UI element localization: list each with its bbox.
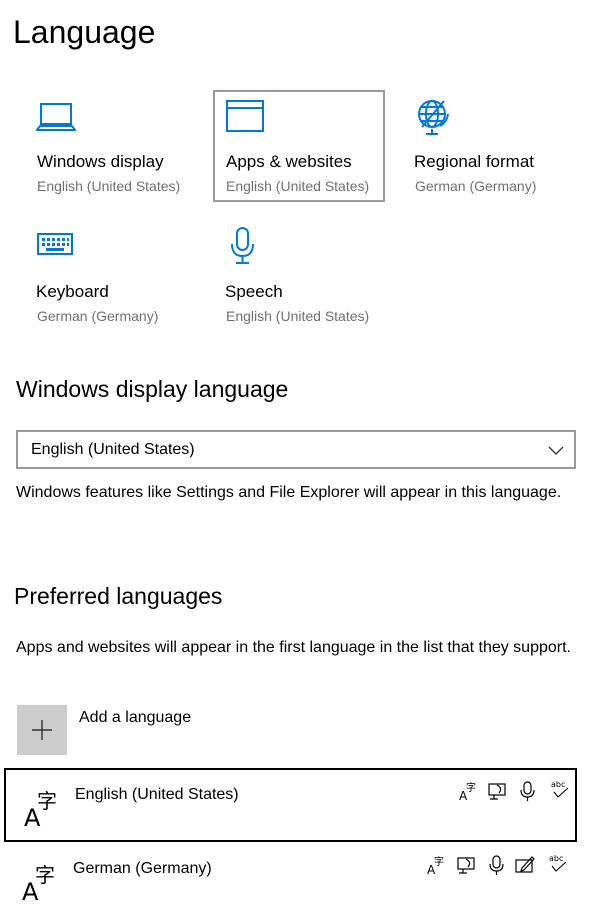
language-item-english[interactable]: A 字 English (United States) A 字 abc [4,768,577,842]
preferred-languages-heading: Preferred languages [14,583,223,609]
language-glyph-icon: A 字 [24,786,66,832]
text-to-speech-icon [487,780,507,802]
tile-title: Apps & websites [226,152,352,171]
language-glyph-icon: A 字 [22,860,64,906]
tile-subtitle: German (Germany) [37,308,159,324]
browser-window-icon [225,99,265,135]
page-title: Language [13,14,156,50]
spell-check-icon: abc [550,778,570,800]
tile-apps-websites[interactable]: Apps & websites English (United States) [213,90,385,202]
svg-text:字: 字 [37,789,57,813]
speech-recognition-icon [517,780,537,802]
tile-title: Windows display [37,152,164,171]
tile-title: Speech [225,282,283,301]
preferred-languages-description: Apps and websites will appear in the fir… [16,639,571,656]
tile-subtitle: English (United States) [226,178,370,194]
plus-icon [31,719,53,746]
text-to-speech-icon [456,854,476,876]
tile-subtitle: English (United States) [37,178,181,194]
language-pack-icon: A 字 [427,854,447,877]
language-name: German (Germany) [73,860,212,877]
handwriting-icon [514,854,535,876]
display-language-description: Windows features like Settings and File … [16,484,562,501]
svg-text:字: 字 [35,863,55,887]
svg-text:abc: abc [549,854,563,863]
display-language-dropdown[interactable]: English (United States) [16,430,576,469]
svg-text:字: 字 [434,855,444,868]
tile-title: Regional format [414,152,535,171]
chevron-down-icon [548,442,564,458]
globe-icon [414,96,454,135]
language-pack-icon: A 字 [459,780,479,803]
spell-check-icon: abc [548,852,568,874]
keyboard-icon [36,230,76,266]
tile-regional-format[interactable]: Regional format German (Germany) [402,90,574,202]
display-language-heading: Windows display language [16,376,289,402]
language-name: English (United States) [75,786,239,803]
svg-text:abc: abc [551,780,565,789]
svg-text:字: 字 [466,781,476,794]
tile-windows-display[interactable]: Windows display English (United States) [24,90,196,202]
language-item-german[interactable]: A 字 German (Germany) A 字 abc [4,846,577,920]
dropdown-selected-value: English (United States) [31,441,195,458]
laptop-icon [35,100,77,136]
tile-subtitle: English (United States) [226,308,370,324]
tile-speech[interactable]: Speech English (United States) [213,220,385,332]
tile-keyboard[interactable]: Keyboard German (Germany) [24,220,196,332]
speech-recognition-icon [486,854,506,876]
microphone-icon [225,226,265,264]
add-language-label[interactable]: Add a language [79,709,191,727]
tile-title: Keyboard [36,282,109,301]
tile-subtitle: German (Germany) [415,178,537,194]
add-language-button[interactable] [17,705,67,755]
